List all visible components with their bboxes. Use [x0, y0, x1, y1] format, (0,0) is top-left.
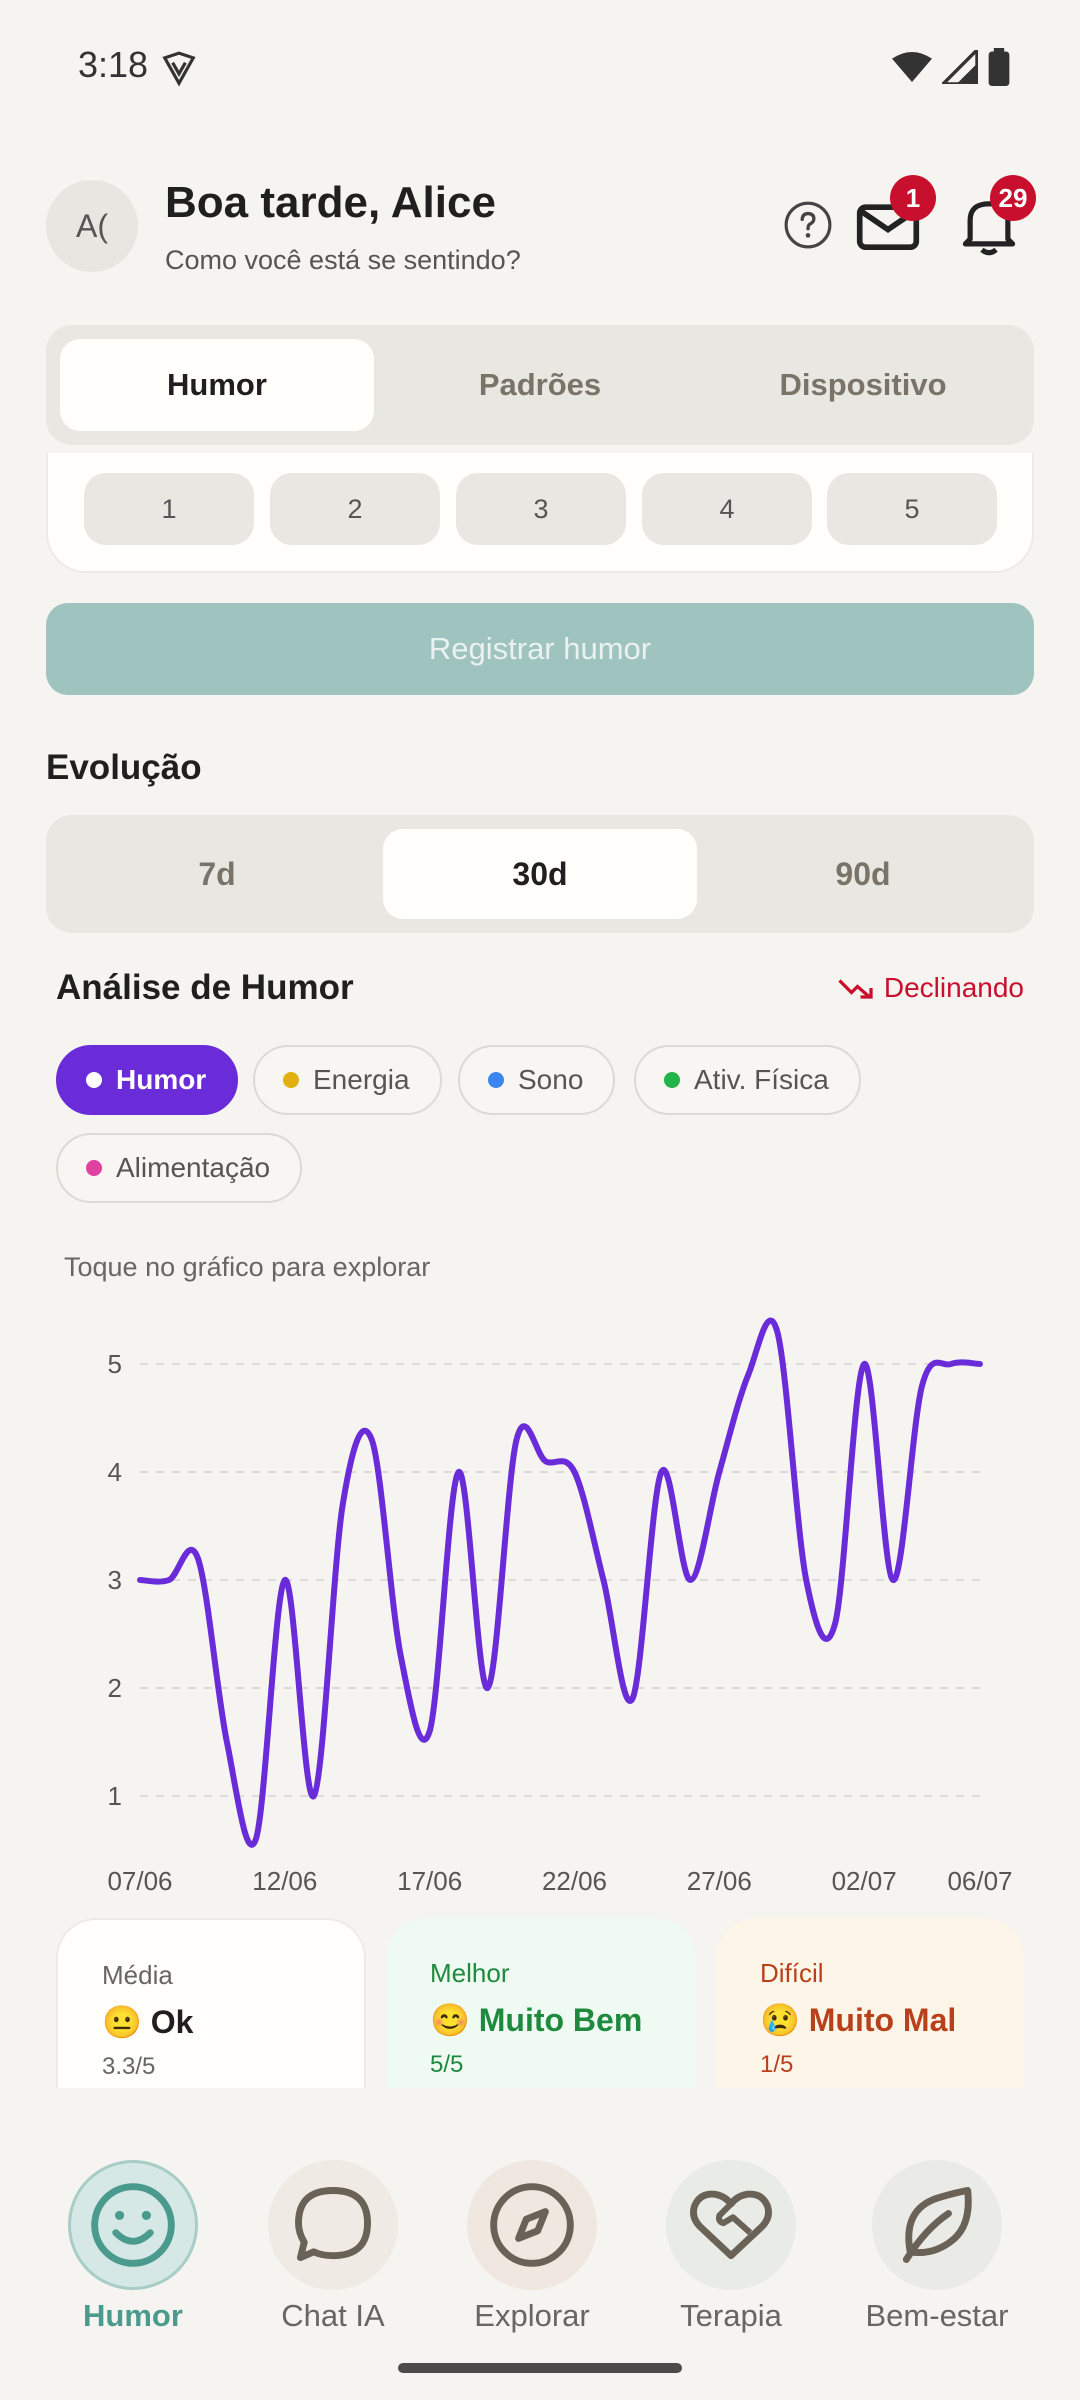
- stat-card-average: Média 😐 Ok 3.3/5: [56, 1918, 366, 2088]
- nav-chat-ia[interactable]: Chat IA: [233, 2160, 433, 2334]
- chip-alimentacao[interactable]: Alimentação: [56, 1133, 303, 1203]
- x-tick-label: 17/06: [397, 1866, 462, 1896]
- heart-handshake-icon: [690, 2190, 772, 2260]
- x-tick-label: 22/06: [542, 1866, 607, 1896]
- stat-label: Média: [102, 1960, 173, 1990]
- chip-sono[interactable]: Sono: [458, 1045, 616, 1115]
- stat-value: 😊 Muito Bem: [430, 2002, 643, 2038]
- trend-indicator: Declinando: [838, 972, 1024, 1004]
- signal-icon: [942, 50, 978, 84]
- tab-dispositivo[interactable]: Dispositivo: [706, 339, 1020, 431]
- range-tabs: 7d 30d 90d: [46, 815, 1034, 933]
- rating-1-button[interactable]: 1: [84, 473, 254, 545]
- x-tick-label: 12/06: [252, 1866, 317, 1896]
- nav-chat-circle: [268, 2160, 398, 2290]
- stat-sub: 3.3/5: [102, 2053, 156, 2080]
- y-tick-label: 4: [108, 1457, 122, 1487]
- chip-energia[interactable]: Energia: [253, 1045, 442, 1115]
- nav-label: Explorar: [474, 2298, 590, 2333]
- x-tick-label: 02/07: [832, 1866, 897, 1896]
- stat-label: Difícil: [760, 1958, 824, 1988]
- chip-dot: [664, 1072, 680, 1088]
- nav-label: Bem-estar: [865, 2298, 1009, 2333]
- chat-icon: [295, 2187, 371, 2262]
- nav-label: Humor: [83, 2298, 183, 2333]
- mail-badge: 1: [890, 175, 936, 221]
- nav-bem-estar-circle: [872, 2160, 1002, 2290]
- tab-humor[interactable]: Humor: [60, 339, 374, 431]
- status-icons: [892, 48, 1010, 86]
- y-tick-label: 2: [108, 1673, 122, 1703]
- greeting-title: Boa tarde, Alice: [165, 178, 496, 227]
- y-tick-label: 5: [108, 1349, 122, 1379]
- nav-humor-circle: [68, 2160, 198, 2290]
- emoji-icon: 😐: [102, 2004, 142, 2040]
- chip-dot: [488, 1072, 504, 1088]
- stat-card-hard: Difícil 😢 Muito Mal 1/5: [716, 1918, 1024, 2088]
- chip-label: Ativ. Física: [694, 1064, 829, 1095]
- greeting-subtitle: Como você está se sentindo?: [165, 245, 521, 275]
- y-tick-label: 3: [108, 1565, 122, 1595]
- vpn-icon: [162, 51, 196, 87]
- trending-down-icon: [838, 979, 873, 999]
- main-tabs: Humor Padrões Dispositivo: [46, 325, 1034, 445]
- nav-explorar[interactable]: Explorar: [432, 2160, 632, 2334]
- emoji-icon: 😊: [430, 2002, 470, 2038]
- status-time: 3:18: [78, 44, 149, 85]
- series-line-humor: [137, 1317, 983, 1848]
- emoji-icon: 😢: [760, 2002, 800, 2038]
- nav-label: Chat IA: [281, 2298, 385, 2333]
- smile-icon: [91, 2183, 175, 2267]
- nav-bem-estar[interactable]: Bem-estar: [837, 2160, 1037, 2334]
- register-mood-button[interactable]: Registrar humor: [46, 603, 1034, 695]
- avatar[interactable]: A(: [46, 180, 138, 272]
- chip-ativ-fisica[interactable]: Ativ. Física: [634, 1045, 861, 1115]
- stat-label: Melhor: [430, 1958, 510, 1988]
- x-tick-label: 06/07: [947, 1866, 1012, 1896]
- tab-padroes[interactable]: Padrões: [383, 339, 697, 431]
- nav-explorar-circle: [467, 2160, 597, 2290]
- nav-terapia[interactable]: Terapia: [631, 2160, 831, 2334]
- stat-value: 😐 Ok: [102, 2004, 194, 2040]
- range-tab-90d[interactable]: 90d: [706, 829, 1020, 919]
- bell-badge: 29: [990, 175, 1036, 221]
- mood-rating-card: 1 2 3 4 5: [46, 453, 1034, 573]
- nav-terapia-circle: [666, 2160, 796, 2290]
- mood-chart[interactable]: 1 2 3 4 5 07/06 12/06 17/06 22/06 27/06 02/07 06/07: [60, 1300, 1040, 1900]
- chip-dot: [86, 1160, 102, 1176]
- home-indicator[interactable]: [398, 2363, 682, 2373]
- range-tab-30d[interactable]: 30d: [383, 829, 697, 919]
- range-tab-7d[interactable]: 7d: [60, 829, 374, 919]
- nav-humor[interactable]: Humor: [33, 2160, 233, 2334]
- chip-label: Alimentação: [116, 1152, 271, 1183]
- chip-dot: [283, 1072, 299, 1088]
- stat-card-best: Melhor 😊 Muito Bem 5/5: [386, 1918, 696, 2088]
- chip-label: Humor: [116, 1064, 207, 1095]
- rating-3-button[interactable]: 3: [456, 473, 626, 545]
- leaf-icon: [902, 2187, 972, 2263]
- x-tick-label: 07/06: [107, 1866, 172, 1896]
- rating-4-button[interactable]: 4: [642, 473, 812, 545]
- stat-sub: 1/5: [760, 2051, 794, 2078]
- help-icon[interactable]: [783, 200, 833, 250]
- chart-hint: Toque no gráfico para explorar: [64, 1252, 431, 1282]
- stat-sub: 5/5: [430, 2051, 464, 2078]
- rating-5-button[interactable]: 5: [827, 473, 997, 545]
- chip-label: Energia: [313, 1064, 410, 1095]
- battery-icon: [988, 48, 1010, 86]
- trend-label: Declinando: [883, 972, 1024, 1003]
- rating-2-button[interactable]: 2: [270, 473, 440, 545]
- nav-label: Terapia: [680, 2298, 782, 2333]
- compass-icon: [490, 2183, 574, 2267]
- chip-dot: [86, 1072, 102, 1088]
- chip-label: Sono: [518, 1064, 584, 1095]
- stat-value: 😢 Muito Mal: [760, 2002, 957, 2038]
- bottom-nav: Humor Chat IA Explorar Terapia Bem-estar: [0, 2140, 1080, 2400]
- wifi-icon: [892, 52, 932, 82]
- analysis-title: Análise de Humor: [56, 968, 354, 1007]
- chip-humor[interactable]: Humor: [56, 1045, 239, 1115]
- x-tick-label: 27/06: [687, 1866, 752, 1896]
- y-tick-label: 1: [108, 1781, 122, 1811]
- section-title: Evolução: [46, 748, 202, 787]
